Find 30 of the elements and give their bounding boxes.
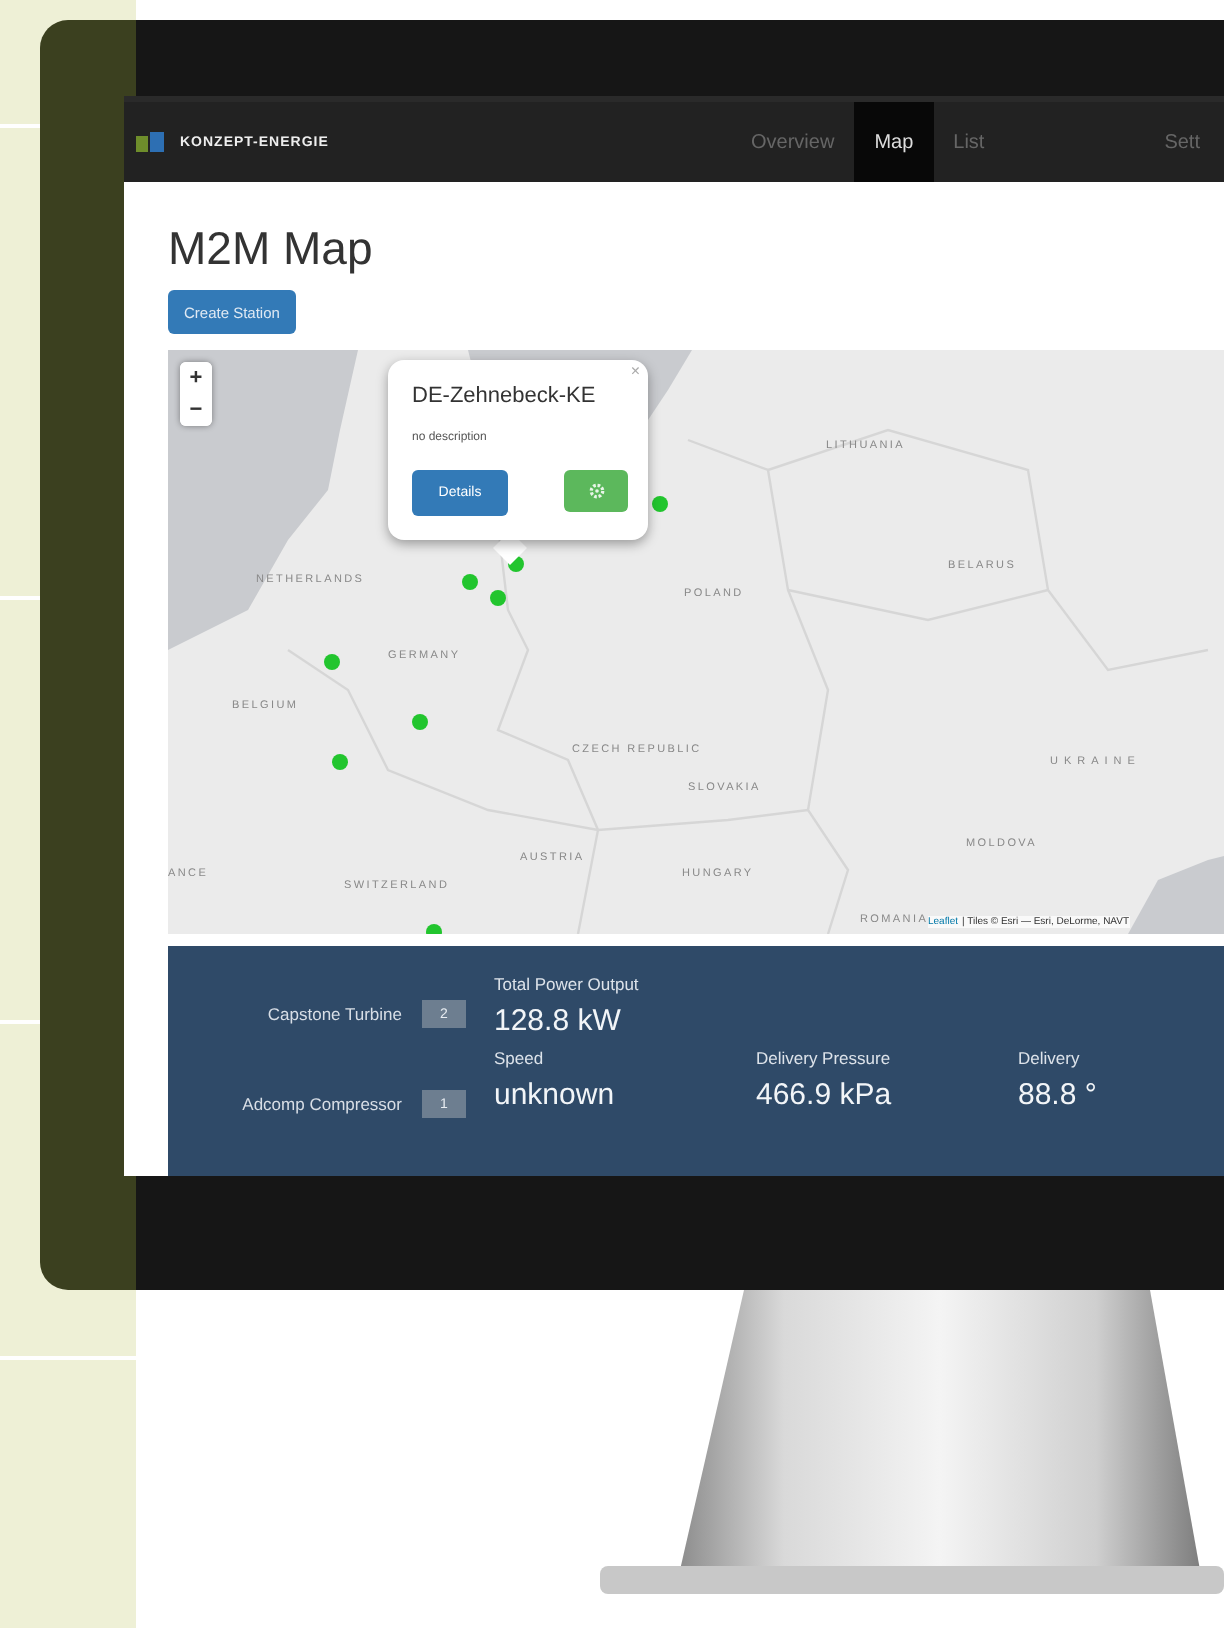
metric-label: Speed	[494, 1048, 546, 1068]
nav-tab[interactable]: Map	[854, 102, 934, 182]
close-button[interactable]: ×	[630, 362, 640, 380]
zoom-out-button[interactable]: −	[180, 394, 212, 426]
station-marker[interactable]	[490, 590, 506, 606]
settings-icon	[587, 482, 605, 500]
page-title: M2M Map	[168, 222, 375, 276]
metric-label: Delivery	[1018, 1048, 1082, 1068]
nav-tab[interactable]: List	[933, 102, 1005, 182]
metric-label: Total Power Output	[494, 974, 641, 994]
station-marker[interactable]	[332, 754, 348, 770]
sea-area	[1128, 850, 1224, 934]
station-marker[interactable]	[426, 924, 442, 934]
logo-icon	[136, 132, 164, 152]
device-name: Adcomp Compressor	[242, 1094, 402, 1114]
metric-label: Delivery Pressure	[756, 1048, 893, 1068]
nav-tab[interactable]: Overview	[731, 102, 855, 182]
station-marker[interactable]	[412, 714, 428, 730]
station-marker[interactable]	[462, 574, 478, 590]
metric-value: 88.8 °	[1018, 1078, 1099, 1112]
metric-value: 128.8 kW	[494, 1004, 623, 1038]
device-name: Capstone Turbine	[267, 1004, 402, 1024]
station-marker[interactable]	[324, 654, 340, 670]
station-marker[interactable]	[652, 496, 668, 512]
zoom-in-button[interactable]: +	[180, 362, 212, 394]
settings-button[interactable]	[564, 470, 628, 512]
nav-tab[interactable]: Sett	[1144, 102, 1220, 182]
popup-title: DE-Zehnebeck-KE	[412, 384, 598, 408]
metric-value: unknown	[494, 1078, 617, 1112]
metric-value: 466.9 kPa	[756, 1078, 894, 1112]
